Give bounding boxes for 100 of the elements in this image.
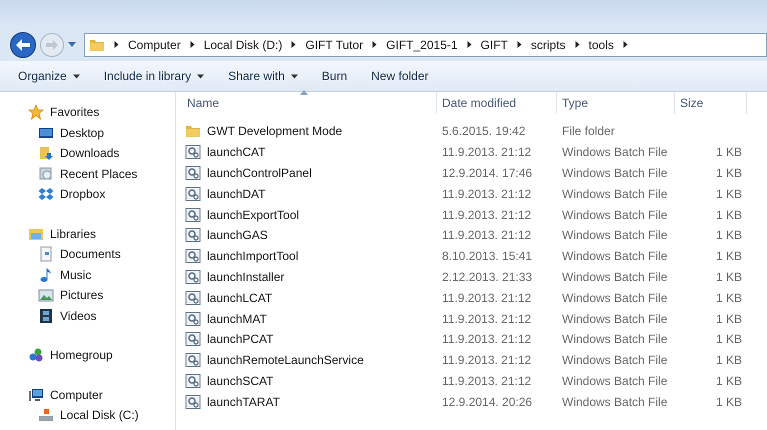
sort-up-icon [300,90,308,95]
file-name[interactable]: launchInstaller [207,268,284,286]
arrow-left-icon [16,38,30,50]
sidebar-item[interactable]: Desktop [28,122,175,143]
chevron-right-icon [466,41,473,48]
gear-file-icon [185,186,201,202]
date-cell-text: 12.9.2014. 20:26 [441,394,534,411]
sidebar-item[interactable]: Pictures [28,285,175,306]
type-cell-text: Windows Batch File [561,372,668,390]
breadcrumb-item[interactable]: GIFT [480,36,508,54]
breadcrumb-item[interactable]: Local Disk (D:) [204,36,282,54]
type-cell-text: Windows Batch File [561,268,668,286]
sidebar-group[interactable]: Libraries [28,224,175,244]
file-name[interactable]: launchLCAT [207,288,272,307]
chevron-right-icon [516,41,523,48]
column-header[interactable]: Date modified [437,92,557,114]
toolbar-button[interactable]: Organize [18,67,80,85]
size-cell-text: 1 KB [716,227,742,244]
size-cell-text: 1 KB [716,164,742,182]
breadcrumb-item[interactable]: Computer [128,36,181,54]
size-cell-text: 1 KB [716,394,742,411]
date-cell-text: 11.9.2013. 21:12 [441,186,532,203]
gear-file-icon [185,331,201,348]
type-cell-text: Windows Batch File [561,248,668,266]
sidebar-group[interactable]: Computer [28,384,175,405]
file-name[interactable]: launchPCAT [207,330,274,348]
size-cell-text: 1 KB [716,248,742,266]
music-note-icon [38,266,54,283]
chevron-right-icon [290,41,298,48]
file-name[interactable]: launchSCAT [207,372,274,390]
type-cell-text: Windows Batch File [561,331,668,348]
sidebar-group[interactable]: Homegroup [28,345,175,366]
file-name[interactable]: GWT Development Mode [207,122,342,140]
gear-file-icon [185,144,201,160]
date-cell-text: 11.9.2013. 21:12 [441,352,532,370]
toolbar-button[interactable]: Include in library [104,67,204,85]
homegroup-icon [28,347,44,364]
file-name[interactable]: launchCAT [207,143,266,162]
gear-file-icon [185,372,201,389]
date-cell-text: 11.9.2013. 21:12 [441,206,532,224]
date-cell-text: 11.9.2013. 21:12 [441,290,532,307]
caret-down-icon [68,42,76,48]
sidebar-item[interactable]: Local Disk (C:) [28,405,175,426]
date-cell-text: 11.9.2013. 21:12 [441,227,532,244]
file-name[interactable]: launchRemoteLaunchService [207,351,364,370]
type-cell-text: Windows Batch File [561,394,668,411]
drive-icon [38,407,54,424]
date-cell-text: 12.9.2014. 17:46 [441,164,534,182]
file-name[interactable]: launchImportTool [207,247,298,266]
size-cell-text: 1 KB [716,268,742,286]
column-header[interactable]: Name [182,92,437,114]
toolbar-button[interactable]: Share with [228,67,298,85]
gear-file-icon [185,268,201,285]
gear-file-icon [185,164,201,181]
toolbar-button[interactable]: New folder [371,67,428,85]
sidebar-item[interactable]: Videos [28,306,175,326]
sidebar-item[interactable]: Downloads [28,143,175,164]
caret-down-icon [72,72,80,80]
file-name[interactable]: launchDAT [207,184,266,203]
type-cell-text: Windows Batch File [561,164,668,182]
sidebar-item[interactable]: Documents [28,244,175,264]
type-cell-text: Windows Batch File [561,206,668,224]
folder-icon [185,123,201,140]
date-cell-text: 11.9.2013. 21:12 [441,310,532,328]
gear-file-icon [185,206,201,223]
size-cell-text: 1 KB [716,186,742,203]
type-cell-text: Windows Batch File [561,310,668,328]
column-header[interactable]: Type [557,92,675,114]
back-button[interactable] [10,32,36,58]
column-header[interactable]: Size [675,92,747,114]
file-name[interactable]: launchControlPanel [207,164,312,182]
toolbar-button[interactable]: Burn [322,67,348,85]
gear-file-icon [185,352,201,368]
breadcrumb-item[interactable]: scripts [530,36,566,54]
chevron-right-icon [622,41,629,48]
sidebar-item[interactable]: Dropbox [28,184,175,204]
date-cell-text: 11.9.2013. 21:12 [441,331,532,348]
type-cell-text: Windows Batch File [561,186,668,203]
file-name[interactable]: launchGAS [207,226,268,244]
chevron-right-icon [371,41,378,48]
breadcrumb-item[interactable]: GIFT Tutor [305,36,364,54]
star-icon [28,104,44,120]
breadcrumb-item[interactable]: GIFT_2015-1 [386,36,458,54]
address-bar[interactable]: Computer Local Disk (D:) GIFT Tutor GIFT_2015-1 GIFT scripts tools [84,32,767,56]
arrow-right-icon [46,40,58,50]
gear-file-icon [185,227,201,244]
gear-file-icon [185,290,201,306]
breadcrumb-item[interactable]: tools [588,36,614,54]
sidebar-group[interactable]: Favorites [28,102,175,122]
file-name[interactable]: launchExportTool [207,206,300,224]
caret-down-icon [197,72,204,80]
chevron-right-icon [574,41,581,48]
file-name[interactable]: launchTARAT [207,392,280,411]
chevron-right-icon [113,41,120,48]
type-cell-text: File folder [561,123,616,140]
computer-icon [28,386,44,403]
sidebar-item[interactable]: Music [28,264,175,285]
file-name[interactable]: launchMAT [207,310,267,328]
size-cell-text: 1 KB [716,144,742,162]
sidebar-item[interactable]: Recent Places [28,164,175,184]
